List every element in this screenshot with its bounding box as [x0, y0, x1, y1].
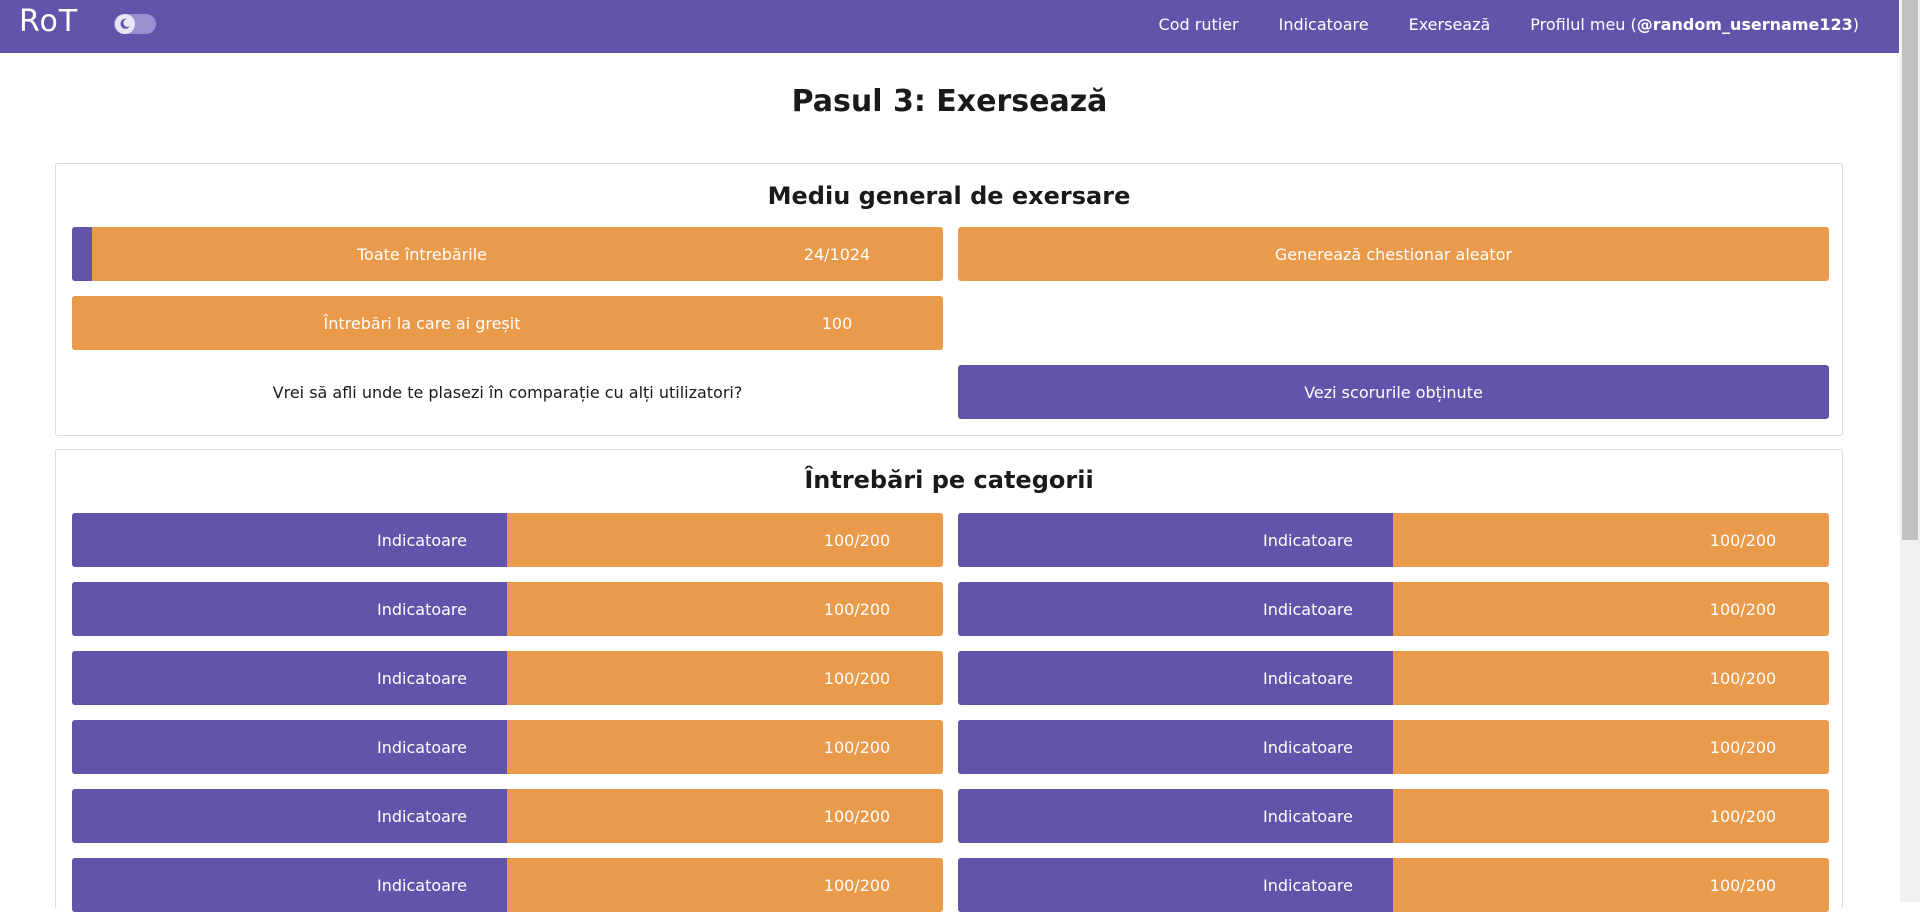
view-scores-label: Vezi scorurile obținute: [1304, 382, 1483, 402]
category-button[interactable]: Indicatoare 100/200: [72, 720, 943, 774]
category-label: Indicatoare: [1263, 530, 1353, 550]
category-button[interactable]: Indicatoare 100/200: [72, 858, 943, 912]
page-title: Pasul 3: Exersează: [791, 84, 1108, 119]
profile-suffix: ): [1852, 14, 1859, 34]
nav-link-profile[interactable]: Profilul meu (@random_username123): [1530, 15, 1859, 34]
theme-toggle[interactable]: [114, 14, 156, 34]
category-count: 100/200: [1709, 875, 1777, 895]
category-button[interactable]: Indicatoare 100/200: [958, 513, 1829, 567]
brand-logo[interactable]: RoT: [19, 4, 78, 39]
nav-link-indicatoare[interactable]: Indicatoare: [1279, 15, 1369, 34]
wrong-questions-count: 100: [821, 313, 853, 333]
random-quiz-button[interactable]: Generează chestionar aleator: [958, 227, 1829, 281]
category-count: 100/200: [823, 530, 891, 550]
moon-icon: [115, 14, 135, 34]
category-label: Indicatoare: [1263, 737, 1353, 757]
category-label: Indicatoare: [377, 875, 467, 895]
nav-link-cod-rutier[interactable]: Cod rutier: [1159, 15, 1239, 34]
category-count: 100/200: [1709, 737, 1777, 757]
wrong-questions-label: Întrebări la care ai greșit: [323, 313, 521, 333]
category-count: 100/200: [1709, 806, 1777, 826]
category-count: 100/200: [1709, 599, 1777, 619]
categories-title: Întrebări pe categorii: [804, 466, 1094, 494]
category-label: Indicatoare: [1263, 875, 1353, 895]
category-count: 100/200: [1709, 530, 1777, 550]
compare-prompt: Vrei să afli unde te plasezi în comparaț…: [272, 383, 743, 402]
categories-card: Întrebări pe categorii Indicatoare 100/20…: [55, 449, 1843, 912]
category-count: 100/200: [1709, 668, 1777, 688]
category-button[interactable]: Indicatoare 100/200: [72, 789, 943, 843]
category-button[interactable]: Indicatoare 100/200: [958, 789, 1829, 843]
nav-links: Cod rutier Indicatoare Exersează Profilu…: [1159, 0, 1859, 48]
category-button[interactable]: Indicatoare 100/200: [72, 513, 943, 567]
category-label: Indicatoare: [377, 806, 467, 826]
category-label: Indicatoare: [377, 668, 467, 688]
profile-prefix: Profilul meu (: [1530, 14, 1637, 34]
general-practice-card: Mediu general de exersare Toate întrebăr…: [55, 163, 1843, 436]
category-button[interactable]: Indicatoare 100/200: [958, 720, 1829, 774]
view-scores-button[interactable]: Vezi scorurile obținute: [958, 365, 1829, 419]
category-button[interactable]: Indicatoare 100/200: [958, 582, 1829, 636]
all-questions-button[interactable]: Toate întrebările 24/1024: [72, 227, 943, 281]
category-label: Indicatoare: [1263, 599, 1353, 619]
category-button[interactable]: Indicatoare 100/200: [72, 582, 943, 636]
profile-username: @random_username123: [1636, 14, 1853, 34]
category-count: 100/200: [823, 668, 891, 688]
category-label: Indicatoare: [377, 737, 467, 757]
all-questions-count: 24/1024: [803, 244, 871, 264]
category-count: 100/200: [823, 806, 891, 826]
category-button[interactable]: Indicatoare 100/200: [958, 651, 1829, 705]
category-button[interactable]: Indicatoare 100/200: [958, 858, 1829, 912]
wrong-questions-button[interactable]: Întrebări la care ai greșit 100: [72, 296, 943, 350]
category-button[interactable]: Indicatoare 100/200: [72, 651, 943, 705]
category-count: 100/200: [823, 737, 891, 757]
category-label: Indicatoare: [1263, 668, 1353, 688]
nav-link-exerseaza[interactable]: Exersează: [1409, 15, 1491, 34]
category-label: Indicatoare: [377, 599, 467, 619]
page-scrollbar[interactable]: [1900, 0, 1920, 902]
category-label: Indicatoare: [377, 530, 467, 550]
random-quiz-label: Generează chestionar aleator: [1274, 244, 1513, 264]
all-questions-label: Toate întrebările: [356, 244, 488, 264]
scrollbar-thumb[interactable]: [1902, 0, 1918, 540]
category-label: Indicatoare: [1263, 806, 1353, 826]
general-practice-title: Mediu general de exersare: [767, 182, 1131, 210]
category-count: 100/200: [823, 875, 891, 895]
top-navbar: RoT Cod rutier Indicatoare Exersează Pro…: [0, 0, 1899, 53]
category-count: 100/200: [823, 599, 891, 619]
